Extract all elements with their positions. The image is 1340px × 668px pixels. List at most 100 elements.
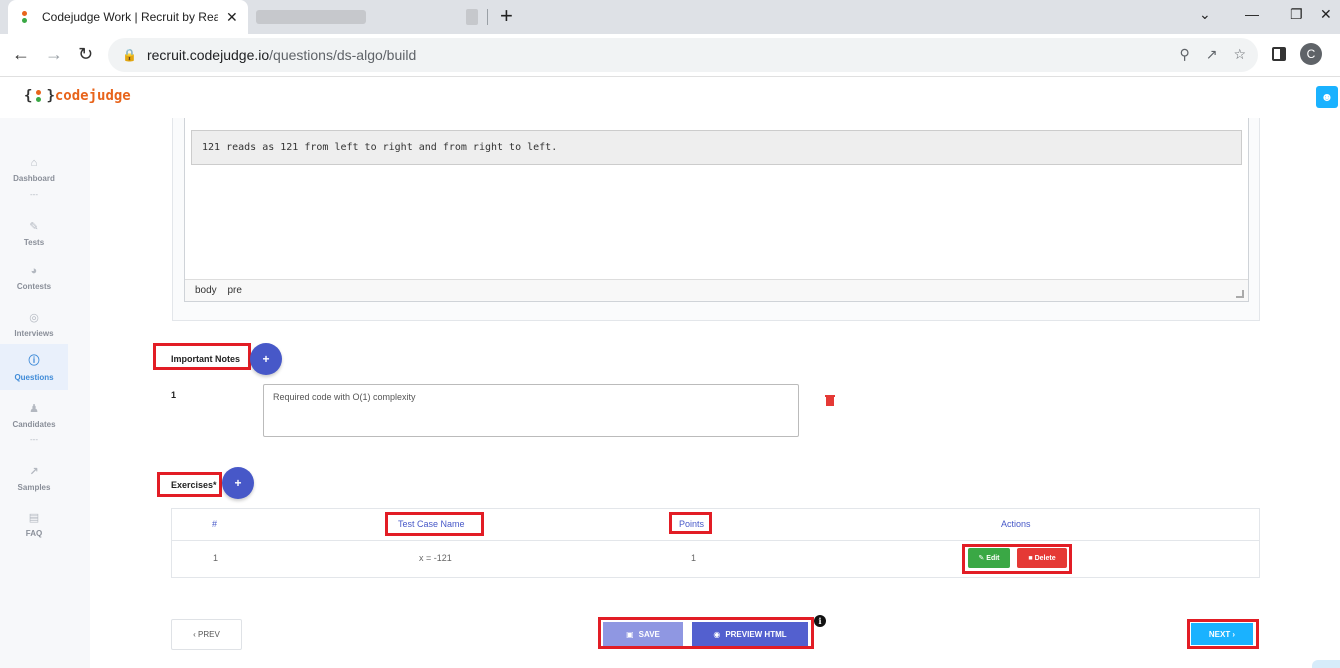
rich-text-editor[interactable]: 121 reads as 121 from left to right and …	[184, 118, 1249, 302]
sidebar-item-label: Questions	[14, 373, 54, 382]
table-row: 1 x = -121 1	[172, 541, 1259, 577]
url-text: recruit.codejudge.io/questions/ds-algo/b…	[147, 47, 416, 63]
url-host: recruit.codejudge.io	[146, 47, 270, 63]
save-button[interactable]: ▣ SAVE	[603, 622, 683, 646]
note-input[interactable]: Required code with O(1) complexity	[263, 384, 799, 437]
zoom-icon[interactable]: ⚲	[1179, 46, 1189, 63]
sidebar: ⌂ Dashboard --- ✎ Tests ◕ Contests ◎ Int…	[0, 118, 68, 668]
sidebar-item-label: Samples	[17, 482, 51, 492]
home-icon: ⌂	[30, 157, 38, 169]
lock-icon: 🔒	[122, 48, 137, 62]
edit-label: Edit	[986, 554, 1000, 562]
editor-status-bar: body pre	[185, 279, 1248, 301]
profile-avatar[interactable]: C	[1300, 43, 1322, 65]
forward-arrow-icon[interactable]: →	[45, 44, 63, 65]
note-index: 1	[171, 390, 177, 400]
tab-search-chevron-icon[interactable]: ⌄	[1199, 6, 1211, 23]
chart-icon: ↗	[29, 465, 39, 478]
chat-widget-edge[interactable]	[1312, 660, 1340, 668]
preview-html-button[interactable]: ◉ PREVIEW HTML	[692, 622, 808, 646]
location-icon: ◎	[29, 311, 39, 324]
logo-dots-icon	[34, 89, 44, 103]
pencil-icon: ✎	[978, 555, 987, 562]
new-tab-button[interactable]: +	[500, 4, 513, 28]
tab-close-icon[interactable]: ✕	[226, 9, 238, 26]
sidebar-item-dashboard[interactable]: ⌂ Dashboard	[0, 148, 68, 192]
element-path-body[interactable]: body	[195, 285, 217, 296]
browser-tab-inactive[interactable]	[256, 8, 376, 26]
back-arrow-icon[interactable]: ←	[12, 44, 30, 65]
restore-button[interactable]: ❐	[1290, 6, 1303, 23]
share-icon[interactable]: ↗	[1206, 46, 1218, 63]
logo-brace-open: {	[24, 88, 33, 104]
users-icon: ♟	[29, 402, 39, 415]
sidebar-item-interviews[interactable]: ◎ Interviews	[0, 302, 68, 346]
exercises-table: # Test Case Name Points Actions 1 x = -1…	[171, 508, 1260, 578]
description-editor-panel: 121 reads as 121 from left to right and …	[172, 118, 1260, 321]
table-header: # Test Case Name Points Actions	[172, 509, 1259, 541]
prev-button[interactable]: ‹ PREV	[171, 619, 242, 650]
sidebar-item-label: Contests	[16, 282, 52, 291]
url-path: /questions/ds-algo/build	[269, 47, 417, 63]
browser-tab-active[interactable]: Codejudge Work | Recruit by Rea ✕	[8, 0, 248, 34]
bookmark-star-icon[interactable]: ☆	[1233, 46, 1246, 63]
column-header-index: #	[212, 519, 218, 529]
logo-text: codejudge	[54, 88, 131, 104]
sidebar-separator: ---	[30, 190, 38, 199]
sidebar-item-contests[interactable]: ◕ Contests	[0, 256, 68, 300]
user-menu-icon[interactable]: ☻	[1316, 86, 1338, 108]
close-window-button[interactable]: ✕	[1320, 6, 1332, 23]
info-icon[interactable]: i	[814, 615, 826, 627]
delete-label: Delete	[1034, 554, 1056, 562]
sidebar-item-faq[interactable]: ▤ FAQ	[0, 502, 68, 546]
delete-note-trash-icon[interactable]	[825, 394, 835, 406]
important-notes-label: Important Notes	[171, 354, 241, 364]
edit-exercise-button[interactable]: ✎ Edit	[968, 548, 1010, 568]
preview-label: PREVIEW HTML	[725, 629, 787, 639]
sidebar-item-tests[interactable]: ✎ Tests	[0, 211, 68, 255]
question-icon: ⓘ	[28, 355, 40, 367]
column-header-actions: Actions	[1001, 519, 1031, 529]
minimize-button[interactable]: —	[1245, 6, 1259, 22]
redacted-tab-favicon	[466, 9, 478, 25]
cell-test-case-name: x = -121	[419, 553, 452, 563]
sidebar-item-label: Interviews	[14, 328, 54, 338]
pie-chart-icon: ◕	[30, 265, 38, 277]
delete-exercise-button[interactable]: ■ Delete	[1017, 548, 1067, 568]
side-panel-icon[interactable]	[1272, 47, 1286, 61]
sidebar-item-label: Candidates	[12, 419, 56, 429]
sidebar-item-candidates[interactable]: ♟ Candidates	[0, 393, 68, 437]
eye-icon: ◉	[713, 629, 721, 639]
redacted-tab-title	[256, 10, 366, 24]
floppy-disk-icon: ▣	[626, 629, 634, 639]
logo-brace-close: }	[46, 88, 55, 104]
add-exercise-button[interactable]: +	[222, 467, 254, 499]
exercises-label: Exercises*	[171, 480, 217, 490]
sidebar-item-label: Dashboard	[13, 174, 55, 183]
highlight-points	[669, 512, 712, 534]
sidebar-item-questions[interactable]: ⓘ Questions	[0, 344, 68, 390]
next-button[interactable]: NEXT ›	[1191, 623, 1253, 645]
add-note-button[interactable]: +	[250, 343, 282, 375]
element-path-pre[interactable]: pre	[227, 285, 241, 296]
reload-icon[interactable]: ↻	[78, 44, 93, 65]
sidebar-separator: ---	[30, 435, 38, 444]
resize-handle-icon[interactable]	[1236, 290, 1244, 298]
address-bar[interactable]: 🔒 recruit.codejudge.io/questions/ds-algo…	[108, 38, 1258, 72]
app-header: { } codejudge	[0, 78, 1340, 118]
tab-title: Codejudge Work | Recruit by Rea	[42, 10, 218, 24]
codejudge-favicon-icon	[18, 10, 32, 24]
cell-points: 1	[691, 553, 697, 563]
cell-index: 1	[213, 553, 219, 563]
browser-toolbar: ← → ↻ 🔒 recruit.codejudge.io/questions/d…	[0, 34, 1340, 77]
tab-divider	[487, 9, 488, 25]
highlight-test-case-name	[385, 512, 484, 536]
preformatted-block[interactable]: 121 reads as 121 from left to right and …	[191, 130, 1242, 165]
codejudge-logo[interactable]: { } codejudge	[24, 88, 131, 104]
chat-icon: ▤	[28, 511, 40, 524]
save-label: SAVE	[638, 629, 660, 639]
content-gutter	[68, 118, 90, 668]
sidebar-item-samples[interactable]: ↗ Samples	[0, 456, 68, 500]
pencil-icon: ✎	[29, 220, 39, 233]
sidebar-item-label: Tests	[23, 237, 45, 247]
